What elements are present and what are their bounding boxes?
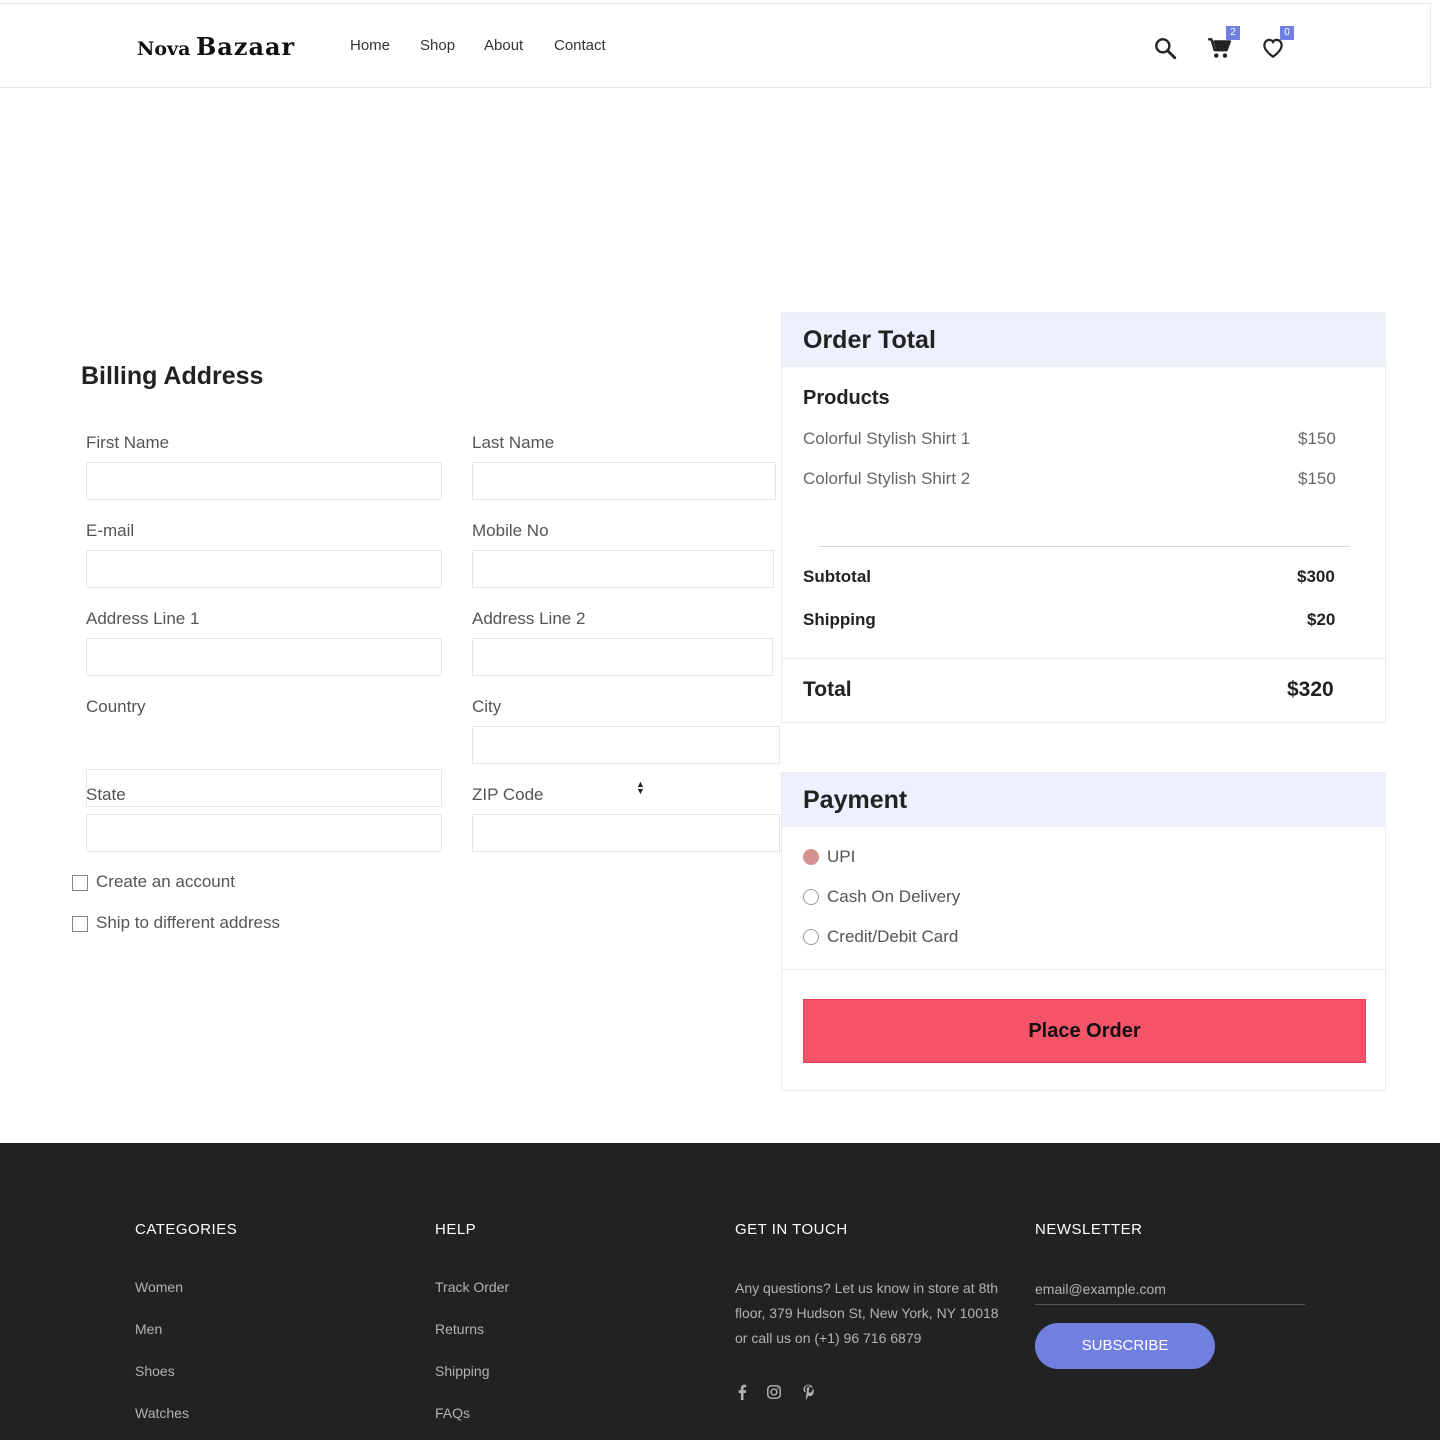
email-label: E-mail <box>86 521 135 540</box>
address-line-2-field[interactable] <box>472 638 773 676</box>
last-name-field[interactable] <box>472 462 776 500</box>
divider <box>782 658 1385 659</box>
help-heading: HELP <box>435 1221 477 1238</box>
address-line-2-label: Address Line 2 <box>472 609 586 628</box>
product-price: $150 <box>1298 429 1336 448</box>
footer-link-track-order[interactable]: Track Order <box>435 1279 509 1295</box>
nav-contact[interactable]: Contact <box>554 37 606 54</box>
create-account-checkbox[interactable] <box>72 875 88 891</box>
first-name-label: First Name <box>86 433 170 452</box>
instagram-icon[interactable] <box>766 1383 782 1401</box>
product-name: Colorful Stylish Shirt 2 <box>803 469 971 488</box>
site-logo[interactable]: Nova Bazaar <box>137 32 295 61</box>
facebook-icon[interactable] <box>734 1383 750 1401</box>
select-arrows-icon[interactable]: ▲ ▼ <box>636 780 645 796</box>
place-order-button[interactable]: Place Order <box>803 999 1366 1063</box>
country-select[interactable] <box>86 769 442 807</box>
contact-heading: GET IN TOUCH <box>735 1221 848 1238</box>
search-icon[interactable] <box>1152 34 1178 62</box>
city-label: City <box>472 697 502 716</box>
order-total-header: Order Total <box>782 313 1385 367</box>
product-name: Colorful Stylish Shirt 1 <box>803 429 971 448</box>
mobile-field[interactable] <box>472 550 774 588</box>
address-line-1-field[interactable] <box>86 638 442 676</box>
upi-label: UPI <box>827 847 856 866</box>
ship-different-label: Ship to different address <box>96 913 280 932</box>
first-name-field[interactable] <box>86 462 442 500</box>
footer-link-faqs[interactable]: FAQs <box>435 1405 470 1421</box>
footer-link-shoes[interactable]: Shoes <box>135 1363 175 1379</box>
cod-label: Cash On Delivery <box>827 887 961 906</box>
logo-part-1: Nova <box>137 38 191 60</box>
product-price: $150 <box>1298 469 1336 488</box>
nav-home[interactable]: Home <box>350 37 390 54</box>
newsletter-heading: NEWSLETTER <box>1035 1221 1143 1238</box>
newsletter-email-input[interactable] <box>1035 1273 1305 1305</box>
state-field[interactable] <box>86 814 442 852</box>
contact-text: Any questions? Let us know in store at 8… <box>735 1280 999 1346</box>
products-heading: Products <box>803 387 890 409</box>
payment-header: Payment <box>782 773 1385 827</box>
zip-code-label: ZIP Code <box>472 785 544 804</box>
site-footer: CATEGORIES Women Men Shoes Watches HELP … <box>0 1143 1440 1440</box>
total-value: $320 <box>1287 678 1334 701</box>
cart-count-badge: 2 <box>1226 26 1240 40</box>
zip-code-field[interactable] <box>472 814 780 852</box>
footer-link-shipping[interactable]: Shipping <box>435 1363 490 1379</box>
email-field[interactable] <box>86 550 442 588</box>
cod-radio[interactable] <box>803 889 819 905</box>
footer-link-men[interactable]: Men <box>135 1321 162 1337</box>
order-total-panel: Order Total Products Colorful Stylish Sh… <box>781 312 1386 723</box>
shipping-label: Shipping <box>803 610 876 629</box>
divider <box>819 546 1350 547</box>
country-label: Country <box>86 697 146 716</box>
subtotal-value: $300 <box>1297 567 1335 586</box>
billing-title: Billing Address <box>81 362 264 390</box>
shipping-value: $20 <box>1307 610 1336 629</box>
footer-link-watches[interactable]: Watches <box>135 1405 189 1421</box>
address-line-1-label: Address Line 1 <box>86 609 200 628</box>
wishlist-count-badge: 0 <box>1280 26 1294 40</box>
card-label: Credit/Debit Card <box>827 927 959 946</box>
footer-link-returns[interactable]: Returns <box>435 1321 484 1337</box>
ship-different-checkbox[interactable] <box>72 916 88 932</box>
state-label: State <box>86 785 126 804</box>
subtotal-label: Subtotal <box>803 567 871 586</box>
mobile-label: Mobile No <box>472 521 549 540</box>
last-name-label: Last Name <box>472 433 555 452</box>
city-field[interactable] <box>472 726 780 764</box>
subscribe-button[interactable]: SUBSCRIBE <box>1035 1323 1215 1369</box>
nav-about[interactable]: About <box>484 37 523 54</box>
nav-shop[interactable]: Shop <box>420 37 455 54</box>
upi-radio[interactable] <box>803 849 819 865</box>
order-total-title: Order Total <box>803 326 936 354</box>
footer-link-women[interactable]: Women <box>135 1279 183 1295</box>
payment-panel: Payment UPI Cash On Delivery Credit/Debi… <box>781 772 1386 1091</box>
card-radio[interactable] <box>803 929 819 945</box>
payment-title: Payment <box>803 786 908 814</box>
total-label: Total <box>803 678 852 701</box>
divider <box>782 969 1385 970</box>
site-header: Nova Bazaar Home Shop About Contact 2 0 <box>0 3 1431 88</box>
create-account-label: Create an account <box>96 872 235 891</box>
logo-part-2: Bazaar <box>195 32 296 61</box>
pinterest-icon[interactable] <box>801 1383 817 1401</box>
categories-heading: CATEGORIES <box>135 1221 238 1238</box>
